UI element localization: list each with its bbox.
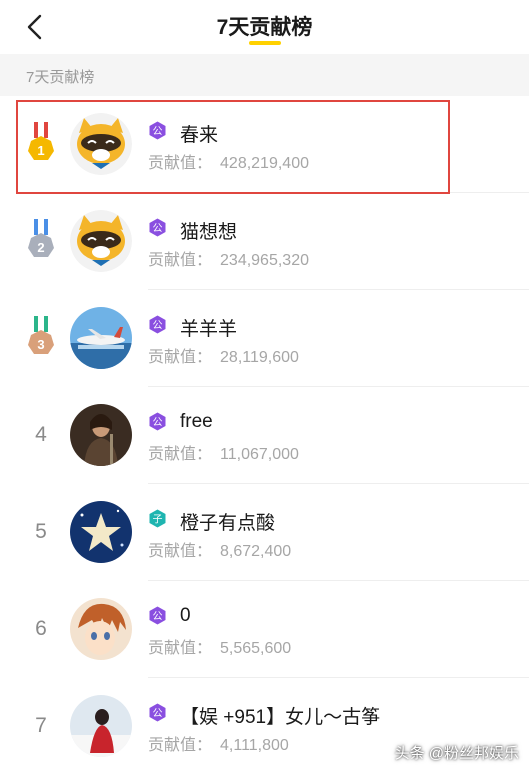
badge-label: 子 <box>153 514 163 526</box>
bronze-medal-icon: 3 <box>28 316 54 354</box>
user-name: 橙子有点酸 <box>180 513 276 534</box>
contribution-line: 贡献值： 234,965,320 <box>148 246 309 270</box>
avatar[interactable] <box>70 695 132 757</box>
contribution-value: 8,672,400 <box>220 543 292 560</box>
level-badge-icon: 子 <box>148 509 167 528</box>
badge-label: 公 <box>153 418 163 429</box>
avatar[interactable] <box>70 404 132 466</box>
user-name: 【娱 +951】女儿～古筝 <box>180 707 381 728</box>
list-item[interactable]: 5 子 橙子有点酸 贡献值： 8,672,400 <box>0 484 529 581</box>
contribution-label: 贡献值： <box>148 640 213 657</box>
section-header: 7天贡献榜 <box>0 54 529 96</box>
contribution-label: 贡献值： <box>148 252 213 269</box>
page-title: 7天贡献榜 <box>216 16 313 39</box>
rank-number: 5 <box>35 520 47 543</box>
avatar[interactable] <box>70 307 132 369</box>
contribution-value: 28,119,600 <box>220 349 299 366</box>
svg-text:1: 1 <box>37 143 44 158</box>
contribution-line: 贡献值： 4,111,800 <box>148 731 289 755</box>
contribution-line: 贡献值： 11,067,000 <box>148 440 299 464</box>
silver-medal-icon: 2 <box>28 219 54 257</box>
list-item[interactable]: 2 公 猫想想 贡献值： 234,965,320 <box>0 193 529 290</box>
user-name: 0 <box>180 605 191 626</box>
contribution-label: 贡献值： <box>148 349 213 366</box>
level-badge-icon: 公 <box>148 218 167 237</box>
badge-label: 公 <box>153 127 163 138</box>
avatar[interactable] <box>70 113 132 175</box>
contribution-label: 贡献值： <box>148 155 213 172</box>
rank-number: 6 <box>35 617 47 640</box>
level-badge-icon: 公 <box>148 606 167 625</box>
rank-number: 7 <box>35 714 47 737</box>
badge-label: 公 <box>153 224 163 235</box>
contribution-label: 贡献值： <box>148 543 213 560</box>
contribution-line: 贡献值： 5,565,600 <box>148 634 291 658</box>
avatar[interactable] <box>70 501 132 563</box>
user-name: 春来 <box>180 125 219 146</box>
badge-label: 公 <box>153 612 163 623</box>
user-name: 羊羊羊 <box>180 319 238 340</box>
rank-number: 4 <box>35 423 47 446</box>
avatar[interactable] <box>70 598 132 660</box>
user-name: 猫想想 <box>180 222 238 243</box>
contribution-value: 5,565,600 <box>220 640 292 657</box>
level-badge-icon: 公 <box>148 121 167 140</box>
contribution-value: 428,219,400 <box>220 155 309 172</box>
avatar[interactable] <box>70 210 132 272</box>
tab-indicator <box>249 41 281 45</box>
section-label: 7天贡献榜 <box>26 69 95 86</box>
level-badge-icon: 公 <box>148 412 167 431</box>
contribution-line: 贡献值： 8,672,400 <box>148 537 291 561</box>
user-name: free <box>180 411 213 432</box>
list-item[interactable]: 1 公 春来 贡献值： 428,219,400 <box>0 96 529 193</box>
contribution-line: 贡献值： 28,119,600 <box>148 343 299 367</box>
contribution-label: 贡献值： <box>148 737 213 754</box>
contribution-value: 4,111,800 <box>220 737 289 754</box>
contribution-value: 11,067,000 <box>220 446 299 463</box>
contribution-value: 234,965,320 <box>220 252 309 269</box>
gold-medal-icon: 1 <box>28 122 54 160</box>
badge-label: 公 <box>153 709 163 720</box>
contribution-line: 贡献值： 428,219,400 <box>148 149 309 173</box>
header: 7天贡献榜 <box>0 0 529 54</box>
contribution-label: 贡献值： <box>148 446 213 463</box>
svg-text:3: 3 <box>37 337 44 352</box>
watermark: 头条 @粉丝邦娱乐 <box>394 745 519 762</box>
badge-label: 公 <box>153 321 163 332</box>
level-badge-icon: 公 <box>148 315 167 334</box>
list-item[interactable]: 6 公 0 贡献值： 5,565,600 <box>0 581 529 678</box>
level-badge-icon: 公 <box>148 703 167 722</box>
list-item[interactable]: 3 公 羊羊羊 贡献值： 28,119,600 <box>0 290 529 387</box>
list-item[interactable]: 4 公 free 贡献值： 11,067,000 <box>0 387 529 484</box>
svg-text:2: 2 <box>37 240 44 255</box>
